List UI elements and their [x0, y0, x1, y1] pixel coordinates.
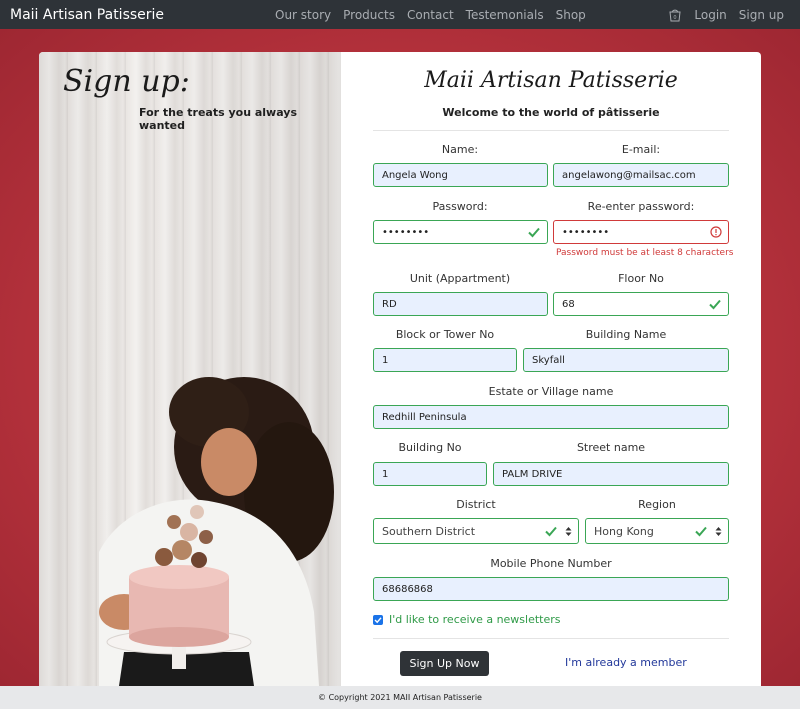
repassword-value: •••••••• [562, 226, 610, 238]
email-value: angelawong@mailsac.com [562, 169, 696, 181]
password-value: •••••••• [382, 226, 430, 238]
valid-check-icon [694, 524, 708, 538]
block-value: 1 [382, 354, 389, 366]
unit-label: Unit (Appartment) [409, 272, 511, 285]
cart-icon[interactable]: 0 [668, 8, 682, 22]
nav-links: Our story Products Contact Testemonials … [275, 0, 586, 29]
nav-link-shop[interactable]: Shop [556, 8, 586, 22]
newsletter-checkbox[interactable] [373, 614, 383, 625]
building-no-label: Building No [398, 441, 462, 454]
repassword-field[interactable]: •••••••• [553, 220, 729, 244]
password-error-message: Password must be at least 8 characters [556, 248, 734, 258]
street-value: PALM DRIVE [502, 468, 563, 480]
region-value: Hong Kong [594, 524, 654, 538]
hero-title: Sign up: [63, 64, 190, 99]
newsletter-option[interactable]: I'd like to receive a newsletters [373, 613, 561, 626]
nav-link-products[interactable]: Products [343, 8, 395, 22]
email-field[interactable]: angelawong@mailsac.com [553, 163, 729, 187]
building-no-field[interactable]: 1 [373, 462, 487, 486]
building-name-label: Building Name [585, 328, 667, 341]
district-select[interactable]: Southern District [373, 518, 579, 544]
name-field[interactable]: Angela Wong [373, 163, 548, 187]
valid-check-icon [708, 297, 722, 311]
valid-check-icon [527, 225, 541, 239]
select-arrows-icon [715, 526, 722, 537]
error-icon [710, 226, 722, 238]
phone-field[interactable]: 68686868 [373, 577, 729, 601]
street-label: Street name [576, 441, 646, 454]
copyright-text: © Copyright 2021 MAII Artisan Patisserie [318, 693, 482, 702]
estate-label: Estate or Village name [488, 385, 614, 398]
select-arrows-icon [565, 526, 572, 537]
divider [373, 130, 729, 131]
already-member-link[interactable]: I'm already a member [565, 656, 687, 669]
block-label: Block or Tower No [395, 328, 495, 341]
building-name-value: Skyfall [532, 354, 565, 366]
estate-field[interactable]: Redhill Peninsula [373, 405, 729, 429]
district-value: Southern District [382, 524, 476, 538]
nav-signup[interactable]: Sign up [739, 8, 784, 22]
repassword-label: Re-enter password: [587, 200, 695, 213]
unit-value: RD [382, 298, 397, 310]
footer: © Copyright 2021 MAII Artisan Patisserie [0, 686, 800, 709]
signup-card: Sign up: For the treats you always wante… [39, 52, 761, 686]
nav-link-contact[interactable]: Contact [407, 8, 454, 22]
navbar: Maii Artisan Patisserie Our story Produc… [0, 0, 800, 29]
phone-label: Mobile Phone Number [490, 557, 612, 570]
signup-form: Maii Artisan Patisserie Welcome to the w… [341, 52, 761, 686]
block-field[interactable]: 1 [373, 348, 517, 372]
brand-logo[interactable]: Maii Artisan Patisserie [10, 7, 164, 23]
hero-photo: Sign up: For the treats you always wante… [39, 52, 341, 686]
hero-subtitle: For the treats you always wanted [139, 106, 298, 132]
nav-link-testimonials[interactable]: Testemonials [466, 8, 544, 22]
street-field[interactable]: PALM DRIVE [493, 462, 729, 486]
district-label: District [456, 498, 496, 511]
shop-title: Maii Artisan Patisserie [424, 68, 678, 93]
newsletter-label: I'd like to receive a newsletters [389, 613, 561, 626]
estate-value: Redhill Peninsula [382, 411, 467, 423]
floor-label: Floor No [618, 272, 664, 285]
nav-link-our-story[interactable]: Our story [275, 8, 331, 22]
password-label: Password: [432, 200, 488, 213]
building-no-value: 1 [382, 468, 389, 480]
region-label: Region [638, 498, 676, 511]
divider [373, 638, 729, 639]
woman-with-cake-image [99, 377, 334, 686]
cart-count: 0 [674, 15, 677, 21]
nav-right: 0 Login Sign up [668, 0, 784, 29]
email-label: E-mail: [621, 143, 661, 156]
welcome-text: Welcome to the world of pâtisserie [442, 106, 660, 119]
region-select[interactable]: Hong Kong [585, 518, 729, 544]
unit-field[interactable]: RD [373, 292, 548, 316]
name-label: Name: [441, 143, 479, 156]
phone-value: 68686868 [382, 583, 433, 595]
floor-value: 68 [562, 298, 575, 310]
password-field[interactable]: •••••••• [373, 220, 548, 244]
building-name-field[interactable]: Skyfall [523, 348, 729, 372]
valid-check-icon [544, 524, 558, 538]
sign-up-button[interactable]: Sign Up Now [400, 651, 489, 676]
nav-login[interactable]: Login [694, 8, 726, 22]
floor-field[interactable]: 68 [553, 292, 729, 316]
name-value: Angela Wong [382, 169, 448, 181]
